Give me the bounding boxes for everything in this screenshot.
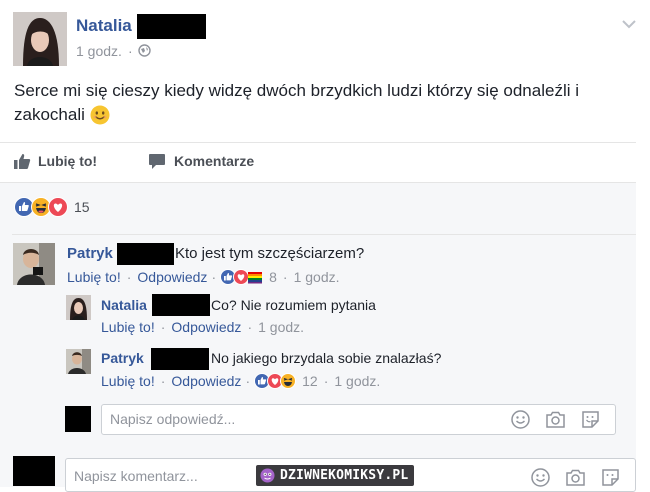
love-reaction-icon [48,197,68,217]
sticker-icon[interactable] [581,410,600,434]
watermark-text: DZIWNEKOMIKSY.PL [280,468,409,483]
reply-like-link[interactable]: Lubię to! [101,319,155,335]
comment-reactions[interactable]: 8 [220,269,277,285]
smiling-face-emoji-icon [90,105,110,125]
post-author-name[interactable]: Natalia [76,16,132,36]
watermark-logo-icon [260,468,275,483]
post-text: Serce mi się cieszy kiedy widzę dwóch br… [14,79,634,127]
separator-dot: · [282,269,288,285]
haha-reaction-icon [280,373,297,389]
reactions-count: 15 [74,199,90,215]
thumbs-up-icon [13,152,31,170]
emoji-icon[interactable] [511,410,530,434]
reply-text: No jakiego brzydala sobie znalazłaś? [211,350,442,366]
like-button-label: Lubię to! [38,153,98,169]
reply-actions: Lubię to! · Odpowiedz · 12 · 1 godz. [101,373,380,389]
comments-section [0,182,636,487]
separator-dot: · [247,319,253,335]
reply-author-name[interactable]: Natalia [101,297,147,313]
redacted-surname [152,294,210,316]
reply-reactions[interactable]: 12 [254,373,318,389]
separator-dot: · [160,373,166,389]
divider [0,142,636,143]
watermark: DZIWNEKOMIKSY.PL [256,465,415,486]
comment-button[interactable]: Komentarze [148,152,254,170]
comment-author-avatar[interactable] [13,243,55,285]
reactions-summary[interactable]: 15 [14,197,90,217]
divider [12,234,636,235]
comment-input-placeholder: Napisz komentarz... [74,468,198,484]
separator-dot: · [323,373,329,389]
reply-input-placeholder: Napisz odpowiedź... [110,411,236,427]
reply-like-link[interactable]: Lubię to! [101,373,155,389]
current-user-avatar [13,456,55,486]
speech-bubble-icon [148,152,166,170]
redacted-surname [137,14,206,39]
comment-reply-link[interactable]: Odpowiedz [137,269,207,285]
chevron-down-icon[interactable] [622,16,636,34]
comment-text: Kto jest tym szczęściarzem? [175,245,365,262]
reply-reply-link[interactable]: Odpowiedz [171,319,241,335]
reply-author-avatar[interactable] [66,295,91,320]
camera-icon[interactable] [565,468,586,492]
comment-timestamp[interactable]: 1 godz. [294,269,340,285]
separator-dot: · [160,319,166,335]
post-text-line: zakochali [14,105,85,124]
comment-button-label: Komentarze [174,153,255,169]
reply-actions: Lubię to! · Odpowiedz · 1 godz. [101,319,304,335]
separator-dot: · [126,269,132,285]
reply-text: Co? Nie rozumiem pytania [211,297,376,313]
camera-icon[interactable] [545,410,566,434]
reply-author-avatar[interactable] [66,349,91,374]
separator-dot: · [211,269,217,285]
comment-actions: Lubię to! · Odpowiedz · 8 · 1 godz. [67,269,340,285]
comment-reaction-count: 8 [269,269,277,285]
separator-dot: · [128,43,133,59]
post-text-line: Serce mi się cieszy kiedy widzę dwóch br… [14,81,579,100]
pride-reaction-icon [247,269,263,285]
redacted-surname [117,243,174,265]
reply-reaction-count: 12 [302,373,318,389]
reply-reply-link[interactable]: Odpowiedz [171,373,241,389]
reply-timestamp[interactable]: 1 godz. [258,319,304,335]
redacted-surname [151,348,209,370]
emoji-icon[interactable] [531,468,550,492]
globe-icon [138,44,151,62]
reply-timestamp[interactable]: 1 godz. [334,373,380,389]
like-button[interactable]: Lubię to! [13,152,97,170]
reply-author-name[interactable]: Patryk [101,350,144,366]
reply-input[interactable]: Napisz odpowiedź... [101,404,616,435]
post-timestamp[interactable]: 1 godz. [76,43,122,59]
comment-like-link[interactable]: Lubię to! [67,269,121,285]
comment-author-name[interactable]: Patryk [67,245,113,262]
sticker-icon[interactable] [601,468,620,492]
separator-dot: · [245,373,251,389]
current-user-avatar [65,406,91,432]
post-author-avatar[interactable] [13,12,67,66]
